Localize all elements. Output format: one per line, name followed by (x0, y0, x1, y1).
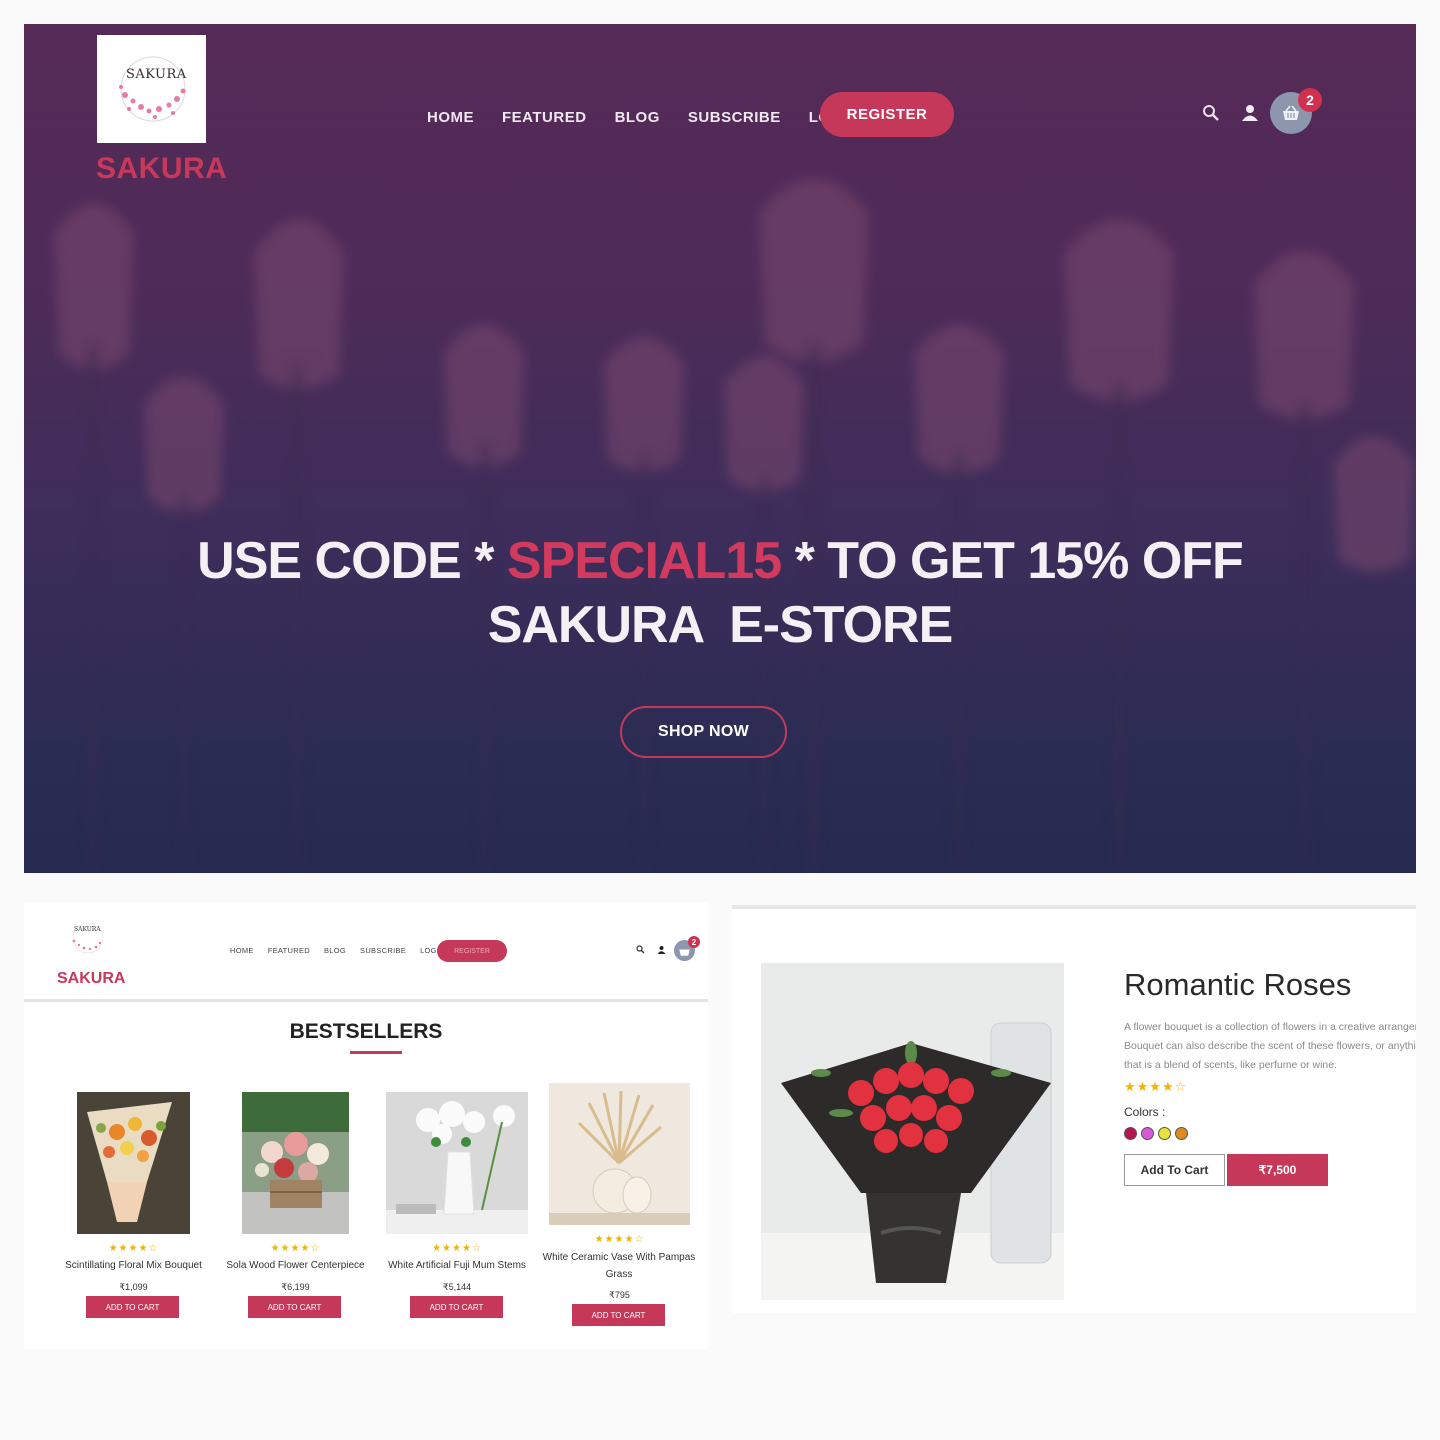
product-title: Romantic Roses (1124, 967, 1352, 1002)
add-to-cart-button[interactable]: Add To Cart (1124, 1154, 1225, 1186)
section-title: BESTSELLERS (289, 1020, 443, 1043)
promo-code: SPECIAL15 (506, 532, 782, 590)
headline-suffix: * TO GET 15% OFF (781, 532, 1244, 590)
nav-home[interactable]: HOME (427, 109, 474, 126)
headline-line2: SAKURA E-STORE (487, 596, 954, 654)
shop-now-button[interactable]: SHOP NOW (620, 706, 787, 758)
color-swatch-magenta[interactable] (1141, 1127, 1154, 1140)
add-to-cart-button[interactable]: ADD TO CART (410, 1296, 503, 1318)
color-swatch-orange[interactable] (1175, 1127, 1188, 1140)
romantic-roses-bouquet-image (761, 963, 1064, 1300)
wood-flower-centerpiece-image (242, 1092, 349, 1234)
product-rating: ★★★★☆ (432, 1243, 482, 1254)
user-icon[interactable] (657, 945, 666, 955)
ceramic-vase-pampas-image (549, 1083, 690, 1225)
logo-text: SAKURA (74, 926, 101, 933)
bestsellers-section: SAKURA SAKURA HOME FEATURED BLOG SUBSCRI… (24, 902, 708, 1349)
product-price: ₹1,099 (119, 1282, 148, 1292)
product-image[interactable] (549, 1083, 690, 1225)
user-icon[interactable] (1241, 104, 1259, 122)
price-button[interactable]: ₹7,500 (1227, 1154, 1328, 1186)
search-icon[interactable] (1202, 104, 1220, 122)
main-nav: HOME FEATURED BLOG SUBSCRIBE LOGIN (230, 946, 445, 955)
product-price: ₹795 (609, 1290, 630, 1300)
floral-bouquet-image (77, 1092, 190, 1234)
logo-text: SAKURA (126, 67, 187, 82)
description-line: that is a blend of scents, like perfume … (1124, 1059, 1338, 1071)
add-to-cart-button[interactable]: ADD TO CART (572, 1304, 665, 1326)
nav-subscribe[interactable]: SUBSCRIBE (360, 946, 406, 955)
product-name[interactable]: White Ceramic Vase With Pampas Grass (539, 1249, 699, 1283)
product-image[interactable] (77, 1092, 190, 1234)
description-line: A flower bouquet is a collection of flow… (1124, 1021, 1416, 1033)
nav-subscribe[interactable]: SUBSCRIBE (688, 109, 781, 126)
title-underline (350, 1051, 402, 1054)
nav-blog[interactable]: BLOG (324, 946, 346, 955)
cherry-blossom-logo-image (119, 56, 186, 122)
product-rating: ★★★★☆ (1124, 1080, 1188, 1095)
white-fuji-mum-image (386, 1092, 528, 1234)
product-name[interactable]: Scintillating Floral Mix Bouquet (52, 1257, 215, 1274)
cart-count-badge: 2 (688, 936, 700, 948)
hero-section: SAKURA SAKURA HOME FEATURED BLOG SUBSCRI… (24, 24, 1416, 873)
product-name[interactable]: Sola Wood Flower Centerpiece (218, 1257, 373, 1274)
product-price: ₹6,199 (281, 1282, 310, 1292)
cart-count-badge: 2 (1298, 88, 1322, 112)
product-name[interactable]: White Artificial Fuji Mum Stems (379, 1257, 535, 1274)
product-rating: ★★★★☆ (594, 1234, 645, 1245)
brand-name[interactable]: SAKURA (96, 152, 227, 186)
headline-prefix: USE CODE * (197, 532, 507, 590)
nav-featured[interactable]: FEATURED (268, 946, 310, 955)
nav-blog[interactable]: BLOG (615, 109, 660, 126)
logo[interactable]: SAKURA (97, 35, 206, 143)
nav-home[interactable]: HOME (230, 946, 254, 955)
register-button[interactable]: REGISTER (437, 940, 507, 962)
product-detail-section: Romantic Roses A flower bouquet is a col… (732, 905, 1416, 1313)
product-rating: ★★★★☆ (270, 1243, 321, 1254)
description-line: Bouquet can also describe the scent of t… (1124, 1040, 1416, 1052)
product-description: A flower bouquet is a collection of flow… (1124, 1018, 1416, 1075)
product-image[interactable] (761, 963, 1064, 1300)
product-price: ₹5,144 (442, 1282, 472, 1292)
product-name-line1: White Ceramic Vase With Pampas (542, 1252, 696, 1263)
search-icon[interactable] (636, 945, 645, 954)
add-to-cart-button[interactable]: ADD TO CART (248, 1296, 341, 1318)
register-button[interactable]: REGISTER (820, 92, 954, 137)
add-to-cart-button[interactable]: ADD TO CART (86, 1296, 179, 1318)
basket-icon (1283, 105, 1299, 120)
main-nav: HOME FEATURED BLOG SUBSCRIBE LOGIN (427, 104, 859, 130)
product-name-line2: Grass (605, 1269, 633, 1280)
product-image[interactable] (386, 1092, 528, 1234)
product-image[interactable] (242, 1092, 349, 1234)
color-swatch-yellow[interactable] (1158, 1127, 1171, 1140)
brand-name[interactable]: SAKURA (57, 970, 125, 988)
colors-label: Colors : (1124, 1105, 1166, 1119)
nav-featured[interactable]: FEATURED (502, 109, 587, 126)
product-rating: ★★★★☆ (108, 1243, 159, 1254)
promo-headline: USE CODE * SPECIAL15 * TO GET 15% OFF SA… (24, 529, 1416, 657)
cherry-blossom-logo-image[interactable] (64, 919, 110, 957)
color-swatch-crimson[interactable] (1124, 1127, 1137, 1140)
